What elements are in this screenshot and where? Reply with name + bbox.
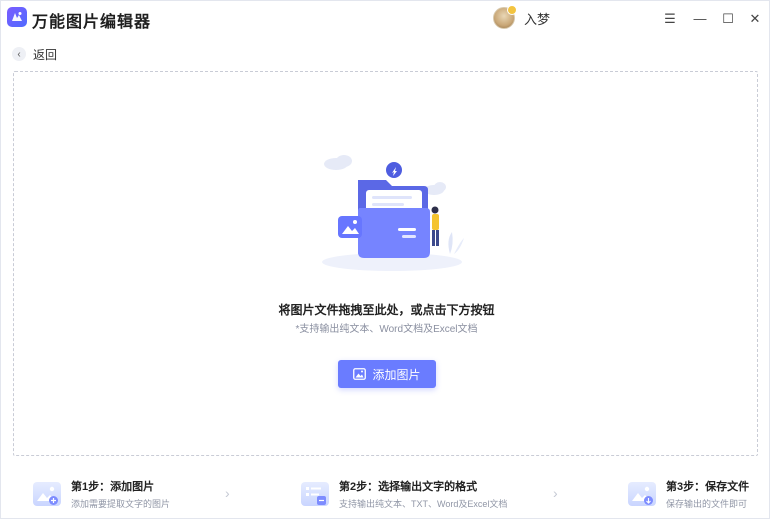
image-icon <box>353 368 367 380</box>
step-1: 第1步：添加图片 添加需要提取文字的图片 <box>33 479 170 509</box>
step-2-title: 第2步：选择输出文字的格式 <box>339 481 478 493</box>
user-profile[interactable]: 入梦 <box>493 5 551 30</box>
step-1-desc: 添加需要提取文字的图片 <box>71 499 171 509</box>
back-label: 返回 <box>33 47 58 62</box>
maximize-button[interactable]: ☐ <box>719 9 737 27</box>
image-add-icon <box>33 482 61 506</box>
save-file-icon <box>628 482 656 506</box>
step-3-title: 第3步：保存文件 <box>666 481 750 493</box>
folder-illustration-icon <box>322 155 464 271</box>
chevron-right-icon: › <box>225 485 230 501</box>
user-name: 入梦 <box>524 11 551 27</box>
app-title: 万能图片编辑器 <box>32 14 152 31</box>
back-button[interactable]: ‹ 返回 <box>12 45 57 63</box>
close-button[interactable]: ✕ <box>746 9 764 27</box>
steps-bar: 第1步：添加图片 添加需要提取文字的图片 › 第2步：选择输出文字的格式 支持输… <box>1 469 769 519</box>
avatar[interactable] <box>493 5 517 29</box>
drop-zone-subtitle: *支持输出纯文本、Word文档及Excel文档 <box>295 324 478 335</box>
step-1-title: 第1步：添加图片 <box>71 481 155 493</box>
chevron-left-icon: ‹ <box>12 47 26 61</box>
drop-zone-title: 将图片文件拖拽至此处，或点击下方按钮 <box>278 303 495 317</box>
chevron-right-icon: › <box>553 485 558 501</box>
menu-icon[interactable]: ☰ <box>661 9 679 27</box>
step-3: 第3步：保存文件 保存输出的文件即可 <box>628 479 749 509</box>
step-2-desc: 支持输出纯文本、TXT、Word及Excel文档 <box>339 499 508 509</box>
app-logo-icon <box>7 7 27 27</box>
step-3-desc: 保存输出的文件即可 <box>666 499 748 509</box>
step-2: 第2步：选择输出文字的格式 支持输出纯文本、TXT、Word及Excel文档 <box>301 479 507 509</box>
drop-zone[interactable]: 将图片文件拖拽至此处，或点击下方按钮 *支持输出纯文本、Word文档及Excel… <box>13 71 758 456</box>
minimize-button[interactable]: — <box>691 9 709 27</box>
add-image-button-label: 添加图片 <box>372 367 421 382</box>
title-bar: 万能图片编辑器 入梦 ☰ — ☐ ✕ <box>1 1 769 35</box>
add-image-button[interactable]: 添加图片 <box>338 360 436 388</box>
format-select-icon <box>301 482 329 506</box>
